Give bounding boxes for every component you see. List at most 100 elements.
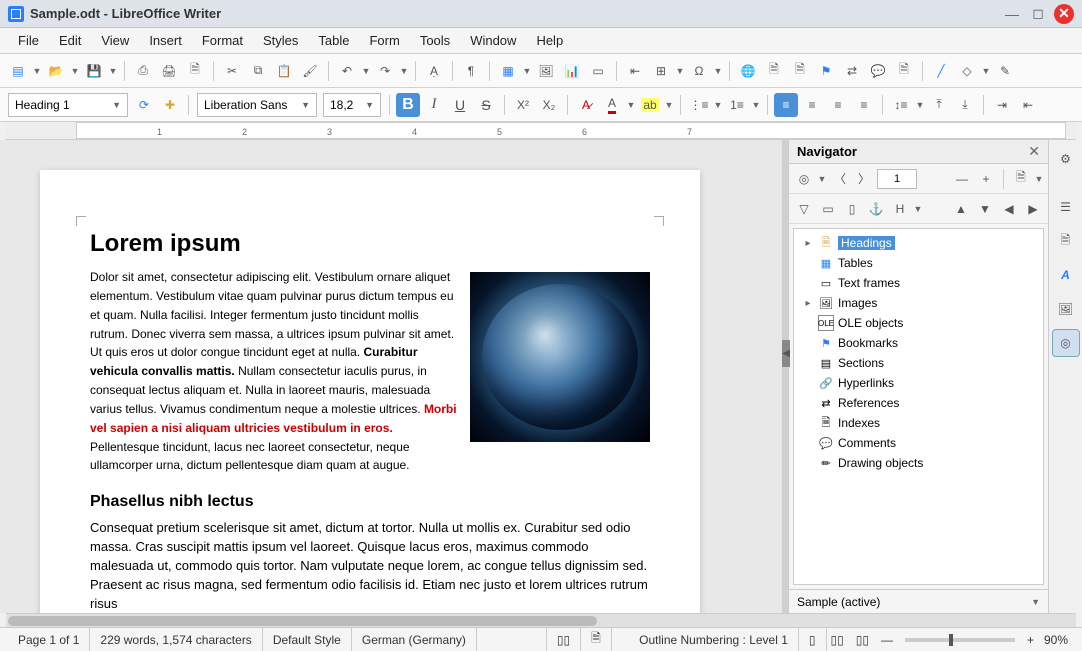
menu-window[interactable]: Window (460, 29, 526, 52)
sidebar-page-icon[interactable]: 🗎 (1053, 228, 1079, 254)
numbering-icon[interactable]: 1≡ (725, 93, 749, 117)
status-selection-icon[interactable]: ▯▯ (547, 628, 581, 651)
increase-spacing-icon[interactable]: ⤒ (927, 93, 951, 117)
zoom-in-icon[interactable]: + (1023, 633, 1038, 647)
menu-help[interactable]: Help (526, 29, 573, 52)
close-button[interactable]: ✕ (1054, 4, 1074, 24)
align-center-icon[interactable]: ≡ (800, 93, 824, 117)
bookmark-icon[interactable]: ⚑ (814, 59, 838, 83)
nav-reminder-icon[interactable]: H (889, 198, 911, 220)
nav-drag-dropdown[interactable]: ▼ (1034, 174, 1044, 184)
align-left-icon[interactable]: ≡ (774, 93, 798, 117)
horizontal-scrollbar[interactable] (6, 613, 1076, 627)
bold-icon[interactable]: B (396, 93, 420, 117)
insert-field-icon[interactable]: ⊞ (649, 59, 673, 83)
decrease-spacing-icon[interactable]: ⤓ (953, 93, 977, 117)
tree-item-tables[interactable]: ▦Tables (798, 253, 1039, 273)
menu-table[interactable]: Table (308, 29, 359, 52)
maximize-button[interactable]: ◻ (1028, 4, 1048, 24)
nav-promote-level-icon[interactable]: ◀ (998, 198, 1020, 220)
embedded-image-earth[interactable] (470, 272, 650, 442)
insert-field-dropdown[interactable]: ▼ (675, 66, 685, 76)
tree-item-ole[interactable]: OLEOLE objects (798, 313, 1039, 333)
status-view-book-icon[interactable]: ▯▯ (848, 633, 877, 647)
font-size-combo[interactable]: 18,2▼ (323, 93, 381, 117)
tree-item-references[interactable]: ⇄References (798, 393, 1039, 413)
bullets-icon[interactable]: ⋮≡ (687, 93, 711, 117)
decrease-indent-icon[interactable]: ⇤ (1016, 93, 1040, 117)
italic-icon[interactable]: I (422, 93, 446, 117)
nav-demote-level-icon[interactable]: ▶ (1022, 198, 1044, 220)
line-spacing-dropdown[interactable]: ▼ (915, 100, 925, 110)
formatting-marks-icon[interactable]: ¶ (459, 59, 483, 83)
font-color-icon[interactable]: A (600, 93, 624, 117)
line-spacing-icon[interactable]: ↕≡ (889, 93, 913, 117)
track-changes-icon[interactable]: 🗎 (892, 59, 916, 83)
draw-functions-icon[interactable]: ✎ (993, 59, 1017, 83)
nav-toggle-dropdown[interactable]: ▼ (817, 174, 827, 184)
insert-table-dropdown[interactable]: ▼ (522, 66, 532, 76)
strikethrough-icon[interactable]: S (474, 93, 498, 117)
tree-item-indexes[interactable]: 🗎Indexes (798, 413, 1039, 433)
superscript-icon[interactable]: X² (511, 93, 535, 117)
comment-icon[interactable]: 💬 (866, 59, 890, 83)
undo-icon[interactable]: ↶ (335, 59, 359, 83)
nav-promote-icon[interactable]: + (975, 168, 997, 190)
status-language[interactable]: German (Germany) (352, 628, 477, 651)
highlight-icon[interactable]: ab (638, 93, 662, 117)
nav-move-down-icon[interactable]: ▼ (974, 198, 996, 220)
nav-move-up-icon[interactable]: ▲ (950, 198, 972, 220)
sidebar-settings-icon[interactable]: ⚙ (1053, 146, 1079, 172)
tree-item-hyperlinks[interactable]: 🔗Hyperlinks (798, 373, 1039, 393)
status-view-multi-icon[interactable]: ▯▯ (827, 633, 848, 647)
heading-2[interactable]: Phasellus nibh lectus (90, 493, 650, 511)
splitter[interactable] (782, 140, 788, 613)
menu-format[interactable]: Format (192, 29, 253, 52)
tree-item-text-frames[interactable]: ▭Text frames (798, 273, 1039, 293)
footnote-icon[interactable]: 🗎 (762, 59, 786, 83)
nav-next-icon[interactable]: 〉 (853, 168, 875, 190)
align-justify-icon[interactable]: ≡ (852, 93, 876, 117)
menu-file[interactable]: File (8, 29, 49, 52)
insert-chart-icon[interactable]: 📊 (560, 59, 584, 83)
navigator-tree[interactable]: ▸🗎Headings ▦Tables ▭Text frames ▸🖼Images… (793, 228, 1044, 585)
align-right-icon[interactable]: ≡ (826, 93, 850, 117)
copy-icon[interactable]: ⧉ (246, 59, 270, 83)
cross-ref-icon[interactable]: ⇄ (840, 59, 864, 83)
update-style-icon[interactable]: ⟳ (132, 93, 156, 117)
highlight-dropdown[interactable]: ▼ (664, 100, 674, 110)
minimize-button[interactable]: — (1002, 4, 1022, 24)
nav-footer-icon[interactable]: ▯ (841, 198, 863, 220)
status-outline[interactable]: Outline Numbering : Level 1 (629, 628, 799, 651)
print-preview-icon[interactable]: 🗎 (183, 59, 207, 83)
clear-format-icon[interactable]: A̷ (574, 93, 598, 117)
status-style[interactable]: Default Style (263, 628, 352, 651)
nav-page-input[interactable] (877, 169, 917, 189)
menu-insert[interactable]: Insert (139, 29, 192, 52)
navigator-doc-combo[interactable]: Sample (active) ▼ (789, 589, 1048, 613)
endnote-icon[interactable]: 🗎 (788, 59, 812, 83)
save-dropdown[interactable]: ▼ (108, 66, 118, 76)
nav-toggle-icon[interactable]: ◎ (793, 168, 815, 190)
heading-1[interactable]: Lorem ipsum (90, 230, 650, 258)
status-insert-mode[interactable] (477, 628, 547, 651)
menu-styles[interactable]: Styles (253, 29, 308, 52)
menu-tools[interactable]: Tools (410, 29, 460, 52)
print-icon[interactable]: 🖨 (157, 59, 181, 83)
status-signature-icon[interactable]: 🗎 (581, 628, 612, 651)
tree-item-images[interactable]: ▸🖼Images (798, 293, 1039, 313)
status-words[interactable]: 229 words, 1,574 characters (90, 628, 262, 651)
shapes-dropdown[interactable]: ▼ (981, 66, 991, 76)
special-char-icon[interactable]: Ω (687, 59, 711, 83)
nav-header-icon[interactable]: ▭ (817, 198, 839, 220)
tree-item-sections[interactable]: ▤Sections (798, 353, 1039, 373)
clone-format-icon[interactable]: 🖌 (298, 59, 322, 83)
insert-textbox-icon[interactable]: ▭ (586, 59, 610, 83)
new-dropdown[interactable]: ▼ (32, 66, 42, 76)
sidebar-gallery-icon[interactable]: 🖼 (1053, 296, 1079, 322)
undo-dropdown[interactable]: ▼ (361, 66, 371, 76)
subscript-icon[interactable]: X₂ (537, 93, 561, 117)
new-style-icon[interactable]: ✚ (158, 93, 182, 117)
hyperlink-icon[interactable]: 🌐 (736, 59, 760, 83)
paragraph-2[interactable]: Consequat pretium scelerisque sit amet, … (90, 519, 650, 613)
